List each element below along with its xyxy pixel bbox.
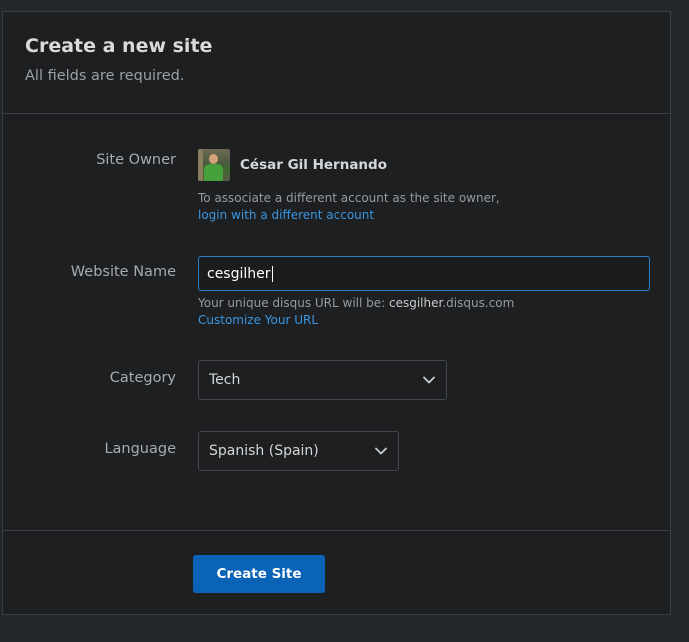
website-name-value: cesgilher — [207, 265, 271, 282]
create-site-button[interactable]: Create Site — [193, 555, 325, 593]
unique-url-text: Your unique disqus URL will be: cesgilhe… — [198, 296, 514, 310]
text-cursor — [271, 265, 273, 282]
unique-url-suffix: .disqus.com — [442, 296, 515, 310]
language-label: Language — [104, 441, 176, 457]
panel-footer: Create Site — [3, 530, 670, 615]
site-owner-label: Site Owner — [96, 152, 176, 168]
owner-help-text: To associate a different account as the … — [198, 191, 500, 205]
category-select[interactable]: Tech — [198, 360, 447, 400]
customize-url-link[interactable]: Customize Your URL — [198, 313, 318, 327]
site-owner: César Gil Hernando — [198, 149, 387, 181]
page-subtitle: All fields are required. — [25, 68, 185, 84]
avatar — [198, 149, 230, 181]
language-select[interactable]: Spanish (Spain) — [198, 431, 399, 471]
unique-url-prefix: Your unique disqus URL will be: — [198, 296, 389, 310]
category-label: Category — [109, 370, 176, 386]
unique-url-slug: cesgilher — [389, 296, 443, 310]
language-selected-value: Spanish (Spain) — [209, 443, 319, 459]
chevron-down-icon — [375, 447, 387, 455]
page-title: Create a new site — [25, 35, 213, 57]
website-name-label: Website Name — [70, 264, 176, 280]
login-different-account-link[interactable]: login with a different account — [198, 208, 374, 222]
website-name-input[interactable]: cesgilher — [198, 256, 650, 291]
category-selected-value: Tech — [209, 372, 241, 388]
owner-name: César Gil Hernando — [240, 157, 387, 173]
chevron-down-icon — [423, 376, 435, 384]
panel-header: Create a new site All fields are require… — [3, 12, 670, 114]
create-site-panel: Create a new site All fields are require… — [2, 11, 671, 615]
